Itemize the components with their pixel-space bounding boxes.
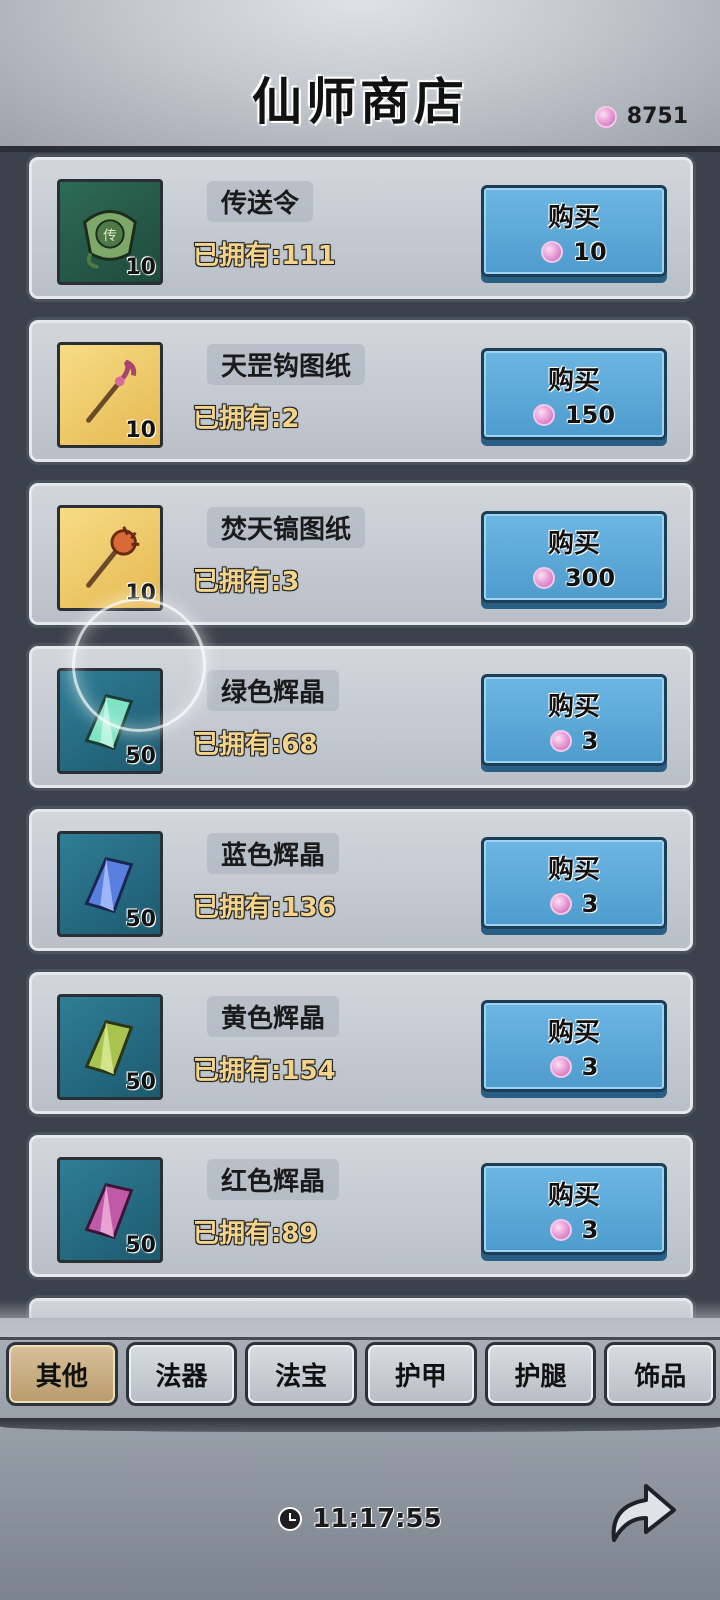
item-name: 黄色辉晶 (207, 996, 340, 1037)
item-quantity: 50 (125, 907, 156, 932)
buy-button[interactable]: 购买 3 (481, 1163, 667, 1255)
item-price: 150 (564, 400, 616, 429)
item-thumbnail: 50 (57, 831, 163, 937)
clock-icon (278, 1507, 303, 1531)
item-owned-count: 已拥有:154 (193, 1056, 336, 1086)
item-thumbnail: 10 (57, 505, 163, 611)
item-thumbnail: 10 (57, 342, 163, 448)
shop-item: 50 黄色辉晶 已拥有:154 购买 3 (26, 969, 696, 1117)
item-quantity: 10 (125, 418, 156, 443)
price-row: 150 (532, 400, 616, 429)
price-row: 3 (549, 889, 599, 918)
pink-gem-icon (549, 729, 572, 752)
shop-item: 50 绿色辉晶 已拥有:68 购买 3 (26, 643, 696, 791)
buy-button[interactable]: 购买 300 (481, 511, 667, 603)
tab-weapon[interactable]: 法器 (125, 1342, 238, 1406)
pink-gem-icon (549, 1055, 572, 1078)
price-row: 3 (549, 726, 599, 755)
item-quantity: 10 (125, 255, 156, 280)
brush-divider (0, 1418, 720, 1432)
shop-item: 50 红色辉晶 已拥有:89 购买 3 (26, 1132, 696, 1280)
item-owned-count: 已拥有:89 (193, 1219, 318, 1249)
back-button[interactable] (600, 1470, 684, 1554)
item-owned-count: 已拥有:68 (193, 730, 318, 760)
tab-leggings[interactable]: 护腿 (484, 1342, 597, 1406)
item-name: 红色辉晶 (207, 1159, 340, 1200)
buy-button[interactable]: 购买 3 (481, 837, 667, 929)
price-row: 300 (532, 563, 616, 592)
buy-label: 购买 (547, 1017, 600, 1048)
tab-treasure[interactable]: 法宝 (245, 1342, 358, 1406)
pink-gem-icon (541, 240, 564, 263)
item-price: 3 (581, 1215, 599, 1244)
pink-gem-icon (594, 105, 617, 128)
return-arrow-icon (611, 1484, 676, 1542)
buy-label: 购买 (547, 691, 600, 722)
shop-item: 传 10 传送令 已拥有:111 购买 10 (26, 154, 696, 302)
shop-item: 10 焚天镐图纸 已拥有:3 购买 300 (26, 480, 696, 628)
item-thumbnail: 50 (57, 668, 163, 774)
item-quantity: 10 (125, 581, 156, 606)
buy-button[interactable]: 购买 3 (481, 1000, 667, 1092)
svg-text:传: 传 (103, 228, 117, 244)
price-row: 10 (541, 237, 607, 266)
tab-armor[interactable]: 护甲 (365, 1342, 477, 1406)
pink-gem-icon (532, 403, 555, 426)
buy-label: 购买 (547, 202, 600, 233)
pink-gem-icon (549, 892, 572, 915)
item-price: 10 (573, 237, 607, 266)
buy-label: 购买 (547, 1180, 600, 1211)
item-quantity: 50 (125, 744, 156, 769)
cloud-decoration (0, 1300, 720, 1340)
pink-gem-icon (532, 566, 555, 589)
item-price: 300 (564, 563, 616, 592)
buy-button[interactable]: 购买 3 (481, 674, 667, 766)
item-name: 天罡钩图纸 (207, 344, 366, 385)
timer-value: 11:17:55 (312, 1504, 442, 1534)
item-thumbnail: 50 (57, 994, 163, 1100)
buy-label: 购买 (547, 528, 600, 559)
item-name: 蓝色辉晶 (207, 833, 340, 874)
item-owned-count: 已拥有:2 (193, 404, 300, 434)
tab-other[interactable]: 其他 (6, 1342, 118, 1406)
category-tabs: 其他 法器 法宝 护甲 护腿 饰品 (6, 1342, 717, 1410)
item-name: 传送令 (207, 181, 314, 222)
price-row: 3 (549, 1052, 599, 1081)
item-owned-count: 已拥有:3 (193, 567, 300, 597)
price-row: 3 (549, 1215, 599, 1244)
item-name: 绿色辉晶 (207, 670, 340, 711)
buy-button[interactable]: 购买 10 (481, 185, 667, 277)
shop-item: 10 天罡钩图纸 已拥有:2 购买 150 (26, 317, 696, 465)
shop-item: 50 蓝色辉晶 已拥有:136 购买 3 (26, 806, 696, 954)
item-thumbnail: 50 (57, 1157, 163, 1263)
buy-button[interactable]: 购买 150 (481, 348, 667, 440)
shop-item-list[interactable]: 传 10 传送令 已拥有:111 购买 10 10 天罡钩图纸 已拥有:2 购买… (0, 152, 720, 1332)
item-price: 3 (581, 1052, 599, 1081)
item-price: 3 (581, 726, 599, 755)
buy-label: 购买 (547, 854, 600, 885)
currency-display: 8751 (594, 104, 688, 129)
shop-header: 仙师商店 8751 (0, 0, 720, 152)
item-owned-count: 已拥有:136 (193, 893, 336, 923)
pink-gem-icon (549, 1218, 572, 1241)
tab-accessory[interactable]: 饰品 (604, 1342, 717, 1406)
item-name: 焚天镐图纸 (207, 507, 366, 548)
item-quantity: 50 (125, 1070, 156, 1095)
item-thumbnail: 传 10 (57, 179, 163, 285)
item-quantity: 50 (125, 1233, 156, 1258)
item-owned-count: 已拥有:111 (193, 241, 336, 271)
currency-value: 8751 (626, 104, 688, 129)
buy-label: 购买 (547, 365, 600, 396)
item-price: 3 (581, 889, 599, 918)
